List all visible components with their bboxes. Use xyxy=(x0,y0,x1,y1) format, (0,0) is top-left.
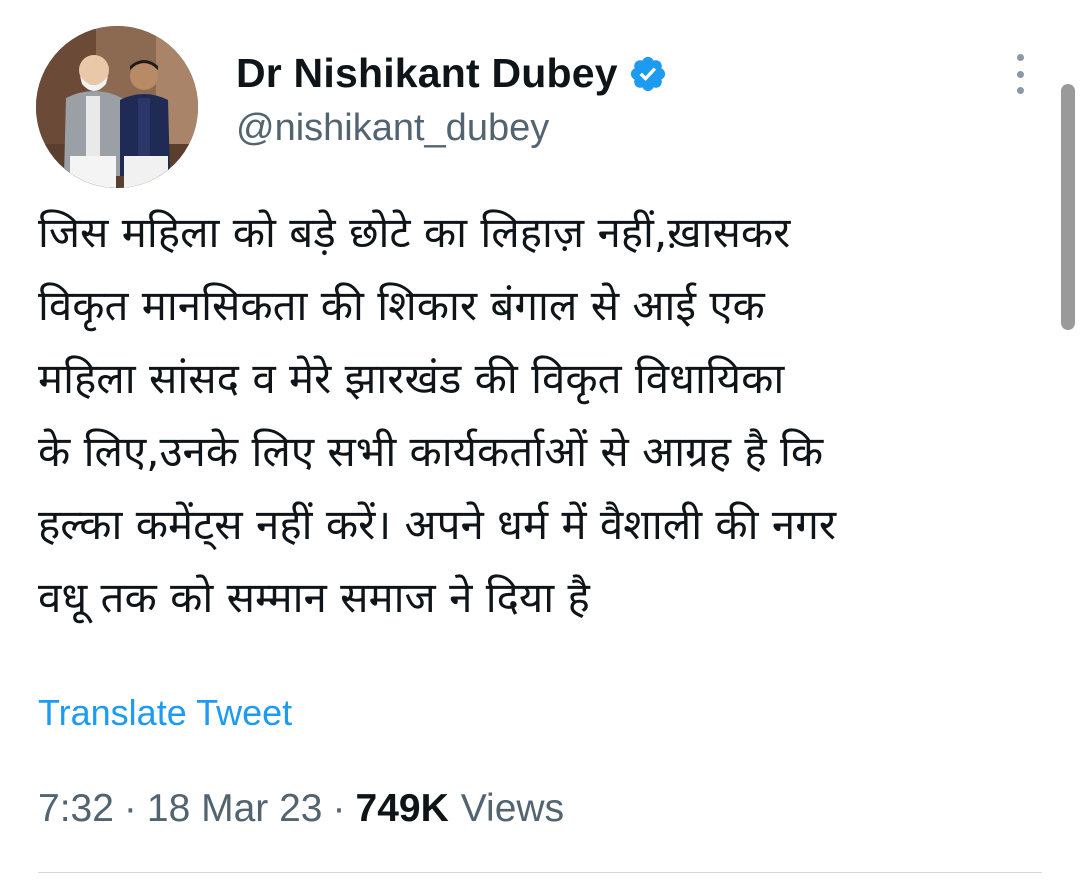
dot xyxy=(1016,70,1024,78)
name-row: Dr Nishikant Dubey xyxy=(236,50,668,97)
translate-tweet-link[interactable]: Translate Tweet xyxy=(38,692,292,734)
avatar[interactable] xyxy=(36,26,198,188)
tweet-date[interactable]: 18 Mar 23 xyxy=(147,787,323,831)
tweet-metadata: 7:32 · 18 Mar 23 · 749K Views xyxy=(38,787,564,831)
tweet-text-line: जिस महिला को बड़े छोटे का लिहाज़ नहीं,ख़… xyxy=(38,208,791,257)
tweet-time[interactable]: 7:32 xyxy=(38,787,114,831)
author-header: Dr Nishikant Dubey @nishikant_dubey xyxy=(236,50,668,150)
views-label: Views xyxy=(460,787,565,830)
tweet-text-line: हल्का कमेंट्स नहीं करें। अपने धर्म में व… xyxy=(38,500,837,549)
dot xyxy=(1016,87,1024,94)
tweet-text-line: विकृत मानसिकता की शिकार बंगाल से आई एक xyxy=(38,281,765,330)
author-handle[interactable]: @nishikant_dubey xyxy=(236,107,668,150)
avatar-photo xyxy=(36,26,198,188)
more-vertical-icon[interactable] xyxy=(1010,54,1030,94)
dot xyxy=(1016,54,1024,61)
author-display-name[interactable]: Dr Nishikant Dubey xyxy=(236,50,618,97)
tweet-text-line: के लिए,उनके लिए सभी कार्यकर्ताओं से आग्र… xyxy=(38,427,824,476)
separator: · xyxy=(332,787,346,830)
tweet-text-line: वधू तक को सम्मान समाज ने दिया है xyxy=(38,573,590,622)
scrollbar-thumb[interactable] xyxy=(1061,84,1075,330)
tweet-card: Dr Nishikant Dubey @nishikant_dubey जिस … xyxy=(0,0,1080,880)
tweet-text: जिस महिला को बड़े छोटे का लिहाज़ नहीं,ख़… xyxy=(38,196,1038,634)
views-count[interactable]: 749K xyxy=(356,787,449,831)
separator: · xyxy=(123,787,137,830)
tweet-text-line: महिला सांसद व मेरे झारखंड की विकृत विधाय… xyxy=(38,354,785,403)
verified-badge-icon[interactable] xyxy=(628,54,668,94)
divider xyxy=(38,872,1042,873)
